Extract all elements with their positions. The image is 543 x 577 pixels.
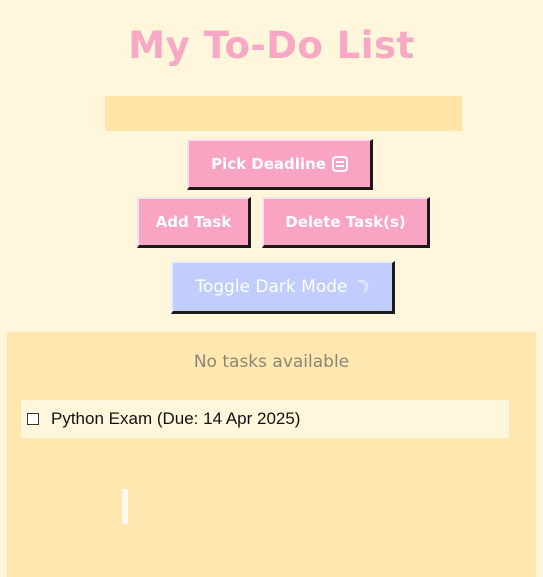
toggle-dark-mode-button[interactable]: Toggle Dark Mode ☽ (171, 261, 395, 314)
delete-tasks-button[interactable]: Delete Task(s) (262, 197, 430, 248)
add-task-button[interactable]: Add Task (137, 197, 251, 248)
calendar-icon (331, 156, 348, 172)
pick-deadline-label: Pick Deadline (211, 155, 326, 173)
text-cursor (122, 489, 128, 524)
add-task-label: Add Task (155, 213, 232, 231)
task-input[interactable] (105, 96, 462, 131)
task-row[interactable]: Python Exam (Due: 14 Apr 2025) (21, 400, 509, 438)
task-label: Python Exam (Due: 14 Apr 2025) (51, 409, 301, 428)
task-checkbox[interactable] (27, 413, 39, 425)
app-title: My To-Do List (128, 24, 415, 67)
toggle-dark-mode-label: Toggle Dark Mode (195, 277, 348, 297)
delete-tasks-label: Delete Task(s) (285, 213, 406, 231)
moon-icon: ☽ (349, 273, 374, 301)
pick-deadline-button[interactable]: Pick Deadline (187, 139, 373, 190)
task-list-panel: No tasks available Python Exam (Due: 14 … (7, 332, 536, 577)
empty-tasks-message: No tasks available (193, 352, 350, 372)
